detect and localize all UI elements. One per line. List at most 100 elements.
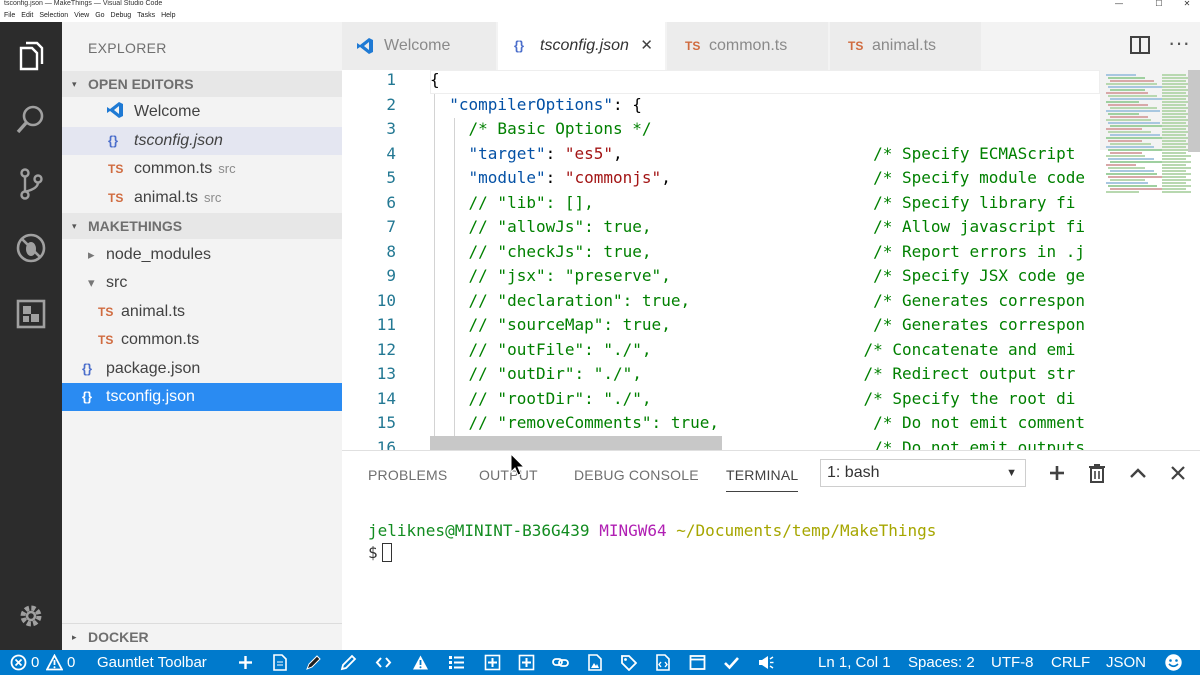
code-box-icon[interactable]: [654, 654, 671, 671]
debug-icon[interactable]: [11, 228, 51, 268]
megaphone-icon[interactable]: [757, 654, 774, 671]
list-icon[interactable]: [448, 654, 465, 671]
minimap-line: [1162, 128, 1186, 130]
tree-item-package-json[interactable]: {} package.json: [62, 355, 342, 383]
close-panel-icon[interactable]: [1166, 461, 1190, 485]
menu-tasks[interactable]: Tasks: [137, 10, 155, 22]
indentation[interactable]: Spaces: 2: [908, 650, 975, 675]
minimap-line: [1106, 92, 1148, 94]
project-header[interactable]: ▾ MAKETHINGS: [62, 213, 342, 239]
cursor-position[interactable]: Ln 1, Col 1: [818, 650, 891, 675]
minimap-line: [1108, 131, 1151, 133]
pen-icon[interactable]: [305, 654, 322, 671]
tab-animal[interactable]: TS animal.ts: [830, 22, 982, 70]
search-icon[interactable]: [11, 100, 51, 140]
tab-tsconfig[interactable]: {} tsconfig.json ✕: [498, 22, 666, 70]
code-token: /* Specify the root di: [863, 388, 1076, 408]
tab-output[interactable]: OUTPUT: [479, 467, 538, 483]
chevron-right-icon: ▸: [72, 632, 77, 642]
window-icon[interactable]: [689, 654, 706, 671]
code-line: // "removeComments": true, /* Do not emi…: [430, 413, 1086, 432]
line-ending[interactable]: CRLF: [1051, 650, 1090, 675]
gauntlet-toolbar-label[interactable]: Gauntlet Toolbar: [97, 650, 207, 675]
open-editors-header[interactable]: ▾ OPEN EDITORS: [62, 71, 342, 97]
warning-icon[interactable]: [46, 654, 63, 671]
code-editor[interactable]: 1 2 3 4 5 6 7 8 9 10 11 12 13 14 15 16 { "compilerOptio…: [342, 70, 1200, 450]
image-icon[interactable]: [586, 654, 603, 671]
warning-icon[interactable]: [412, 654, 429, 671]
docker-header[interactable]: ▸ DOCKER: [62, 623, 342, 649]
open-editor-animal[interactable]: TS animal.ts src: [62, 184, 342, 212]
more-actions-icon[interactable]: ···: [1168, 30, 1190, 56]
menu-edit[interactable]: Edit: [21, 10, 33, 22]
smiley-icon[interactable]: [1164, 653, 1183, 672]
add-icon[interactable]: [237, 654, 254, 671]
code-token: /* Generates correspon: [873, 315, 1086, 334]
open-editor-welcome[interactable]: Welcome: [62, 98, 342, 126]
extensions-icon[interactable]: [11, 294, 51, 334]
code-icon[interactable]: [375, 654, 392, 671]
tree-item-label: src: [106, 274, 128, 291]
tree-item-tsconfig-json[interactable]: {} tsconfig.json: [62, 383, 342, 411]
tab-common[interactable]: TS common.ts: [667, 22, 829, 70]
tab-problems[interactable]: PROBLEMS: [368, 467, 447, 483]
tab-welcome[interactable]: Welcome: [342, 22, 497, 70]
terminal-select[interactable]: 1: bash ▼: [820, 459, 1026, 487]
warning-count[interactable]: 0: [67, 650, 75, 675]
minimap[interactable]: [1100, 70, 1200, 450]
link-icon[interactable]: [552, 654, 569, 671]
close-icon[interactable]: ✕: [640, 22, 653, 70]
add-terminal-icon[interactable]: [1045, 461, 1069, 485]
source-control-icon[interactable]: [11, 164, 51, 204]
open-editor-tsconfig[interactable]: {} tsconfig.json: [62, 127, 342, 155]
open-editor-label: common.ts: [134, 160, 213, 177]
minimap-line: [1108, 104, 1148, 106]
tree-item-src[interactable]: ▾ src: [62, 269, 342, 297]
error-count[interactable]: 0: [31, 650, 39, 675]
maximize-panel-icon[interactable]: [1126, 461, 1150, 485]
maximize-button[interactable]: ☐: [1144, 0, 1174, 10]
tree-item-common-ts[interactable]: TS common.ts: [62, 326, 342, 354]
minimap-line: [1162, 122, 1186, 124]
menu-selection[interactable]: Selection: [39, 10, 68, 22]
encoding[interactable]: UTF-8: [991, 650, 1034, 675]
explorer-icon[interactable]: [11, 36, 51, 76]
horizontal-scrollbar[interactable]: [430, 436, 722, 450]
minimap-line: [1106, 128, 1142, 130]
settings-gear-icon[interactable]: [11, 596, 51, 636]
plus-box-icon[interactable]: [518, 654, 535, 671]
menu-debug[interactable]: Debug: [111, 10, 132, 22]
code-token: // "rootDir": "./",: [468, 388, 652, 408]
menu-help[interactable]: Help: [161, 10, 175, 22]
plus-box-icon[interactable]: [484, 654, 501, 671]
tree-item-animal-ts[interactable]: TS animal.ts: [62, 298, 342, 326]
minimap-line: [1108, 176, 1166, 178]
line-number: 16: [376, 437, 396, 451]
tag-icon[interactable]: [620, 654, 637, 671]
trash-icon[interactable]: [1085, 461, 1109, 485]
tab-terminal[interactable]: TERMINAL: [726, 467, 799, 492]
language-mode[interactable]: JSON: [1106, 650, 1146, 675]
minimize-button[interactable]: —: [1104, 0, 1134, 10]
docker-label: DOCKER: [88, 629, 149, 645]
pencil-icon[interactable]: [340, 654, 357, 671]
open-editor-common[interactable]: TS common.ts src: [62, 155, 342, 183]
check-icon[interactable]: [723, 654, 740, 671]
menu-bar: File Edit Selection View Go Debug Tasks Help: [0, 10, 1200, 22]
terminal-input-line[interactable]: $: [368, 543, 392, 562]
split-editor-icon[interactable]: [1130, 36, 1150, 54]
error-icon[interactable]: [10, 654, 27, 671]
menu-file[interactable]: File: [4, 10, 15, 22]
line-number: 10: [376, 290, 396, 310]
code-line: {: [430, 70, 440, 89]
minimap-line: [1162, 179, 1191, 181]
file-icon[interactable]: [271, 654, 288, 671]
vertical-scrollbar[interactable]: [1188, 70, 1200, 152]
tree-item-node-modules[interactable]: ▸ node_modules: [62, 241, 342, 269]
menu-view[interactable]: View: [74, 10, 89, 22]
menu-go[interactable]: Go: [95, 10, 104, 22]
close-window-button[interactable]: ✕: [1172, 0, 1200, 10]
tab-debug-console[interactable]: DEBUG CONSOLE: [574, 467, 699, 483]
